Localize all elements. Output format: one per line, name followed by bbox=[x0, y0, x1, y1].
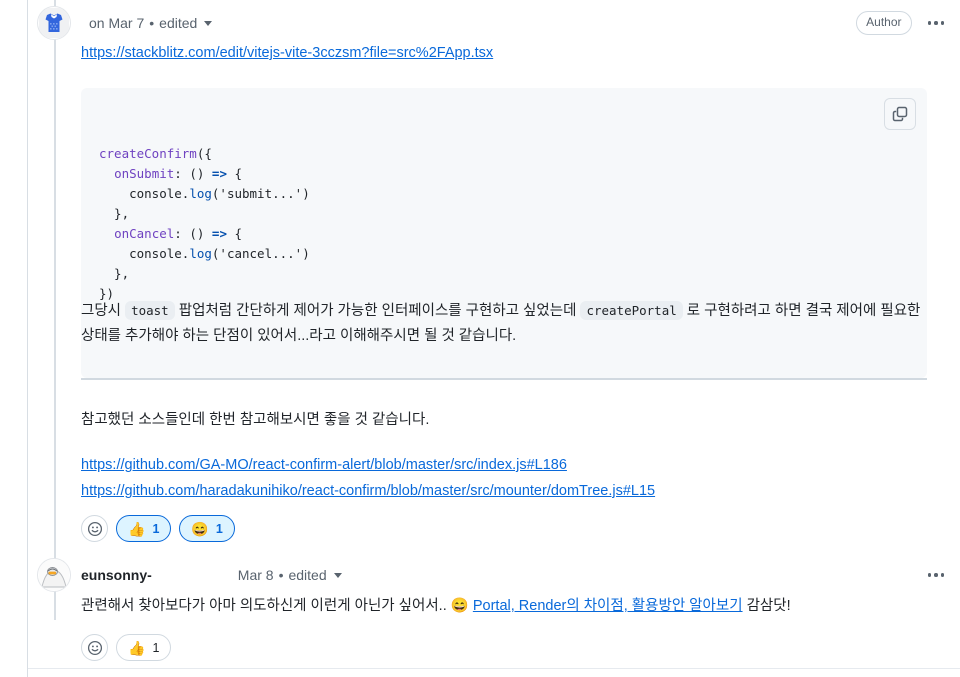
comment-body: https://stackblitz.com/edit/vitejs-vite-… bbox=[81, 44, 927, 62]
comment-author-name[interactable]: eunsonny- bbox=[81, 567, 152, 583]
comment-header-actions bbox=[926, 569, 947, 581]
inline-code: createPortal bbox=[580, 301, 683, 320]
reaction-thumbs-up[interactable]: 👍 1 bbox=[116, 515, 172, 542]
code-token: : () bbox=[174, 226, 212, 241]
inline-emoji: 😄 bbox=[450, 598, 469, 614]
grinning-face-icon: 😄 bbox=[191, 520, 209, 537]
code-token: }, bbox=[99, 266, 130, 281]
comment-paragraph-1: 관련해서 찾아보다가 아마 의도하신게 이런게 아닌가 싶어서.. 😄 Port… bbox=[81, 594, 927, 619]
comment-meta: on Mar 7 • edited bbox=[89, 15, 213, 31]
chevron-down-icon[interactable] bbox=[333, 572, 342, 578]
inline-code: toast bbox=[125, 301, 175, 320]
comment-header: on Mar 7 • edited Author bbox=[81, 6, 946, 40]
reaction-grinning-face[interactable]: 😄 1 bbox=[179, 515, 235, 542]
reaction-count: 1 bbox=[152, 521, 160, 536]
divider-wrapper bbox=[81, 378, 927, 380]
code-token: : () bbox=[174, 166, 212, 181]
text-run: 감삼닷! bbox=[742, 598, 791, 614]
code-line: console.log('submit...') bbox=[99, 184, 911, 204]
code-token: log bbox=[189, 246, 212, 261]
code-token: { bbox=[226, 226, 243, 241]
comment-paragraph-1-wrapper: 그당시 toast 팝업처럼 간단하게 제어가 가능한 인터페이스를 구현하고 … bbox=[81, 298, 927, 349]
comment-options-menu-icon[interactable] bbox=[926, 17, 947, 29]
add-reaction-button[interactable] bbox=[81, 634, 108, 661]
reactions-bar: 👍 1 bbox=[81, 634, 172, 661]
code-lines: createConfirm({ onSubmit: () => { consol… bbox=[99, 144, 911, 304]
comment-paragraph-2: 참고했던 소스들인데 한번 참고해보시면 좋을 것 같습니다. bbox=[81, 412, 430, 428]
avatar[interactable] bbox=[37, 558, 71, 592]
code-token: createConfirm bbox=[99, 146, 197, 161]
meta-separator: • bbox=[278, 567, 284, 583]
reaction-count: 1 bbox=[215, 521, 223, 536]
code-token: onCancel bbox=[114, 226, 175, 241]
edited-label[interactable]: edited bbox=[288, 567, 326, 583]
comment-meta: Mar 8 • edited bbox=[238, 567, 342, 583]
reaction-thumbs-up[interactable]: 👍 1 bbox=[116, 634, 172, 661]
code-token: => bbox=[211, 226, 227, 241]
comment-timestamp[interactable]: Mar 8 bbox=[238, 567, 274, 583]
stackblitz-link[interactable]: https://stackblitz.com/edit/vitejs-vite-… bbox=[81, 45, 493, 61]
copy-code-button[interactable] bbox=[884, 98, 916, 130]
code-token: 'submit...' bbox=[219, 186, 303, 201]
code-line: }, bbox=[99, 204, 911, 224]
code-token: { bbox=[226, 166, 243, 181]
thumbs-up-icon: 👍 bbox=[128, 639, 146, 656]
code-token: console. bbox=[99, 246, 190, 261]
code-token: onSubmit bbox=[114, 166, 175, 181]
reactions-bar: 👍 1 😄 1 bbox=[81, 515, 235, 542]
code-line: }, bbox=[99, 264, 911, 284]
meta-separator: • bbox=[149, 15, 155, 31]
code-token: => bbox=[211, 166, 227, 181]
code-line: onCancel: () => { bbox=[99, 224, 911, 244]
comment-paragraph-2-wrapper: 참고했던 소스들인데 한번 참고해보시면 좋을 것 같습니다. bbox=[81, 408, 927, 433]
edited-label[interactable]: edited bbox=[159, 15, 197, 31]
text-run: 관련해서 찾아보다가 아마 의도하신게 이런게 아닌가 싶어서.. bbox=[81, 598, 451, 614]
text-run: 팝업처럼 간단하게 제어가 가능한 인터페이스를 구현하고 싶었는데 bbox=[174, 303, 581, 319]
author-badge: Author bbox=[856, 11, 912, 35]
source-link-row: https://github.com/haradakunihiko/react-… bbox=[81, 478, 927, 504]
thumbs-up-icon: 👍 bbox=[128, 520, 146, 537]
code-token: console. bbox=[99, 186, 190, 201]
comment-thread-page: on Mar 7 • edited Author https://stackbl… bbox=[0, 0, 960, 677]
thread-bottom-divider bbox=[28, 668, 960, 669]
container-left-border bbox=[27, 0, 28, 677]
code-token: ({ bbox=[196, 146, 212, 161]
add-reaction-button[interactable] bbox=[81, 515, 108, 542]
code-token: log bbox=[189, 186, 212, 201]
inline-link[interactable]: Portal, Render의 차이점, 활용방안 알아보기 bbox=[473, 598, 743, 614]
comment-paragraph-1: 그당시 toast 팝업처럼 간단하게 제어가 가능한 인터페이스를 구현하고 … bbox=[81, 298, 927, 349]
chevron-down-icon[interactable] bbox=[204, 20, 213, 26]
comment-body: 관련해서 찾아보다가 아마 의도하신게 이런게 아닌가 싶어서.. 😄 Port… bbox=[81, 594, 927, 619]
source-link-1[interactable]: https://github.com/GA-MO/react-confirm-a… bbox=[81, 457, 567, 473]
source-link-row: https://github.com/GA-MO/react-confirm-a… bbox=[81, 452, 927, 478]
copy-icon bbox=[892, 106, 908, 122]
code-line: console.log('cancel...') bbox=[99, 244, 911, 264]
source-links-wrapper: https://github.com/GA-MO/react-confirm-a… bbox=[81, 452, 927, 504]
comment-options-menu-icon[interactable] bbox=[926, 569, 947, 581]
text-run: 그당시 bbox=[81, 303, 126, 319]
content-divider bbox=[81, 378, 927, 380]
timeline-connector-line bbox=[54, 0, 56, 620]
tshirt-identicon-avatar bbox=[39, 8, 69, 38]
code-token: }, bbox=[99, 206, 130, 221]
code-token: 'cancel...' bbox=[219, 246, 303, 261]
smiley-add-reaction-icon bbox=[87, 640, 102, 655]
photo-avatar bbox=[39, 560, 69, 590]
comment-header-actions: Author bbox=[856, 11, 946, 35]
avatar[interactable] bbox=[37, 6, 71, 40]
code-token: ) bbox=[302, 186, 310, 201]
code-line: onSubmit: () => { bbox=[99, 164, 911, 184]
code-token: ) bbox=[302, 246, 310, 261]
source-link-2[interactable]: https://github.com/haradakunihiko/react-… bbox=[81, 483, 655, 499]
smiley-add-reaction-icon bbox=[87, 521, 102, 536]
reaction-count: 1 bbox=[152, 640, 160, 655]
code-line: createConfirm({ bbox=[99, 144, 911, 164]
comment-timestamp[interactable]: on Mar 7 bbox=[89, 15, 144, 31]
comment-header: eunsonny- Mar 8 • edited bbox=[81, 558, 946, 592]
